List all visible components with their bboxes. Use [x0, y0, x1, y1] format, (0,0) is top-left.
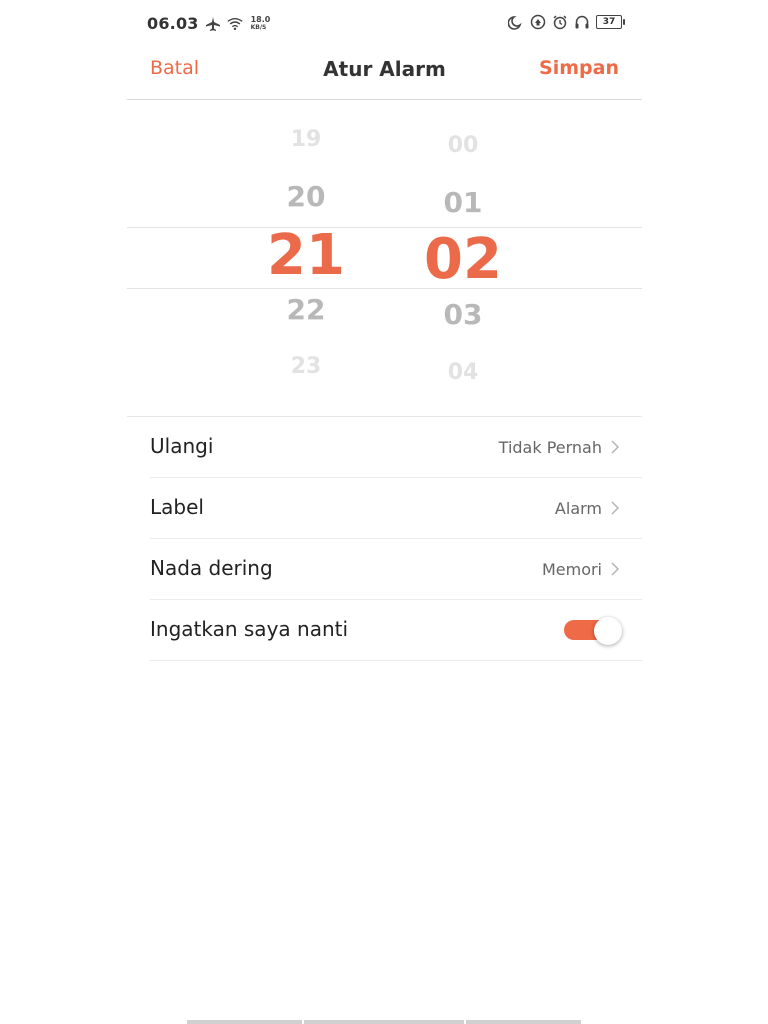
data-saver-icon — [530, 14, 546, 30]
label-value: Alarm — [554, 499, 602, 518]
repeat-value: Tidak Pernah — [498, 438, 602, 457]
hour-below[interactable]: 22 — [246, 293, 366, 326]
time-picker: 19 20 21 22 23 00 01 02 03 04 — [127, 101, 642, 417]
repeat-row[interactable]: Ulangi Tidak Pernah — [150, 417, 642, 478]
minute-above[interactable]: 01 — [403, 186, 523, 219]
battery-level: 37 — [602, 17, 616, 27]
hour-far-below[interactable]: 23 — [246, 354, 366, 379]
minute-far-above[interactable]: 00 — [403, 133, 523, 158]
minute-selected[interactable]: 02 — [403, 227, 523, 292]
status-bar-left: 06.03 18.0 KB/S — [147, 14, 270, 33]
nav-back-area[interactable] — [187, 1020, 302, 1024]
snooze-toggle[interactable] — [564, 617, 622, 645]
save-button[interactable]: Simpan — [539, 57, 619, 79]
airplane-icon — [205, 16, 221, 32]
alarm-icon — [552, 14, 568, 30]
network-speed: 18.0 KB/S — [250, 14, 271, 32]
snooze-label: Ingatkan saya nanti — [150, 617, 349, 641]
hour-above[interactable]: 20 — [246, 180, 366, 213]
minute-wheel[interactable]: 00 01 02 03 04 — [403, 101, 523, 417]
status-bar-right: 37 — [508, 14, 625, 30]
minute-below[interactable]: 03 — [403, 298, 523, 331]
status-time: 06.03 — [147, 14, 199, 33]
nav-home-area[interactable] — [304, 1020, 464, 1024]
hour-selected[interactable]: 21 — [246, 223, 366, 288]
ringtone-value: Memori — [541, 560, 602, 579]
network-speed-unit: KB/S — [250, 23, 267, 31]
chevron-right-icon — [608, 439, 622, 455]
moon-icon — [508, 14, 524, 30]
snooze-toggle-knob — [594, 617, 622, 645]
status-bar: 06.03 18.0 KB/S 37 — [127, 8, 642, 42]
wifi-icon — [227, 16, 243, 32]
label-row[interactable]: Label Alarm — [150, 478, 642, 539]
snooze-row: Ingatkan saya nanti — [150, 600, 642, 661]
alarm-settings-list: Ulangi Tidak Pernah Label Alarm Nada der… — [150, 417, 642, 661]
picker-selection-band — [127, 227, 642, 289]
chevron-right-icon — [608, 500, 622, 516]
minute-far-below[interactable]: 04 — [403, 360, 523, 385]
hour-wheel[interactable]: 19 20 21 22 23 — [246, 101, 366, 417]
label-label: Label — [150, 495, 204, 519]
repeat-label: Ulangi — [150, 434, 214, 458]
navigation-bar — [187, 1020, 581, 1024]
chevron-right-icon — [608, 561, 622, 577]
ringtone-row[interactable]: Nada dering Memori — [150, 539, 642, 600]
alarm-screen: 06.03 18.0 KB/S 37 Batal Atur Alarm Simp… — [127, 0, 642, 1024]
battery-icon: 37 — [596, 15, 625, 29]
ringtone-label: Nada dering — [150, 556, 273, 580]
header-bar: Batal Atur Alarm Simpan — [127, 52, 642, 100]
hour-far-above[interactable]: 19 — [246, 127, 366, 152]
network-speed-value: 18.0 — [250, 14, 271, 24]
headphones-icon — [574, 14, 590, 30]
nav-recents-area[interactable] — [466, 1020, 581, 1024]
